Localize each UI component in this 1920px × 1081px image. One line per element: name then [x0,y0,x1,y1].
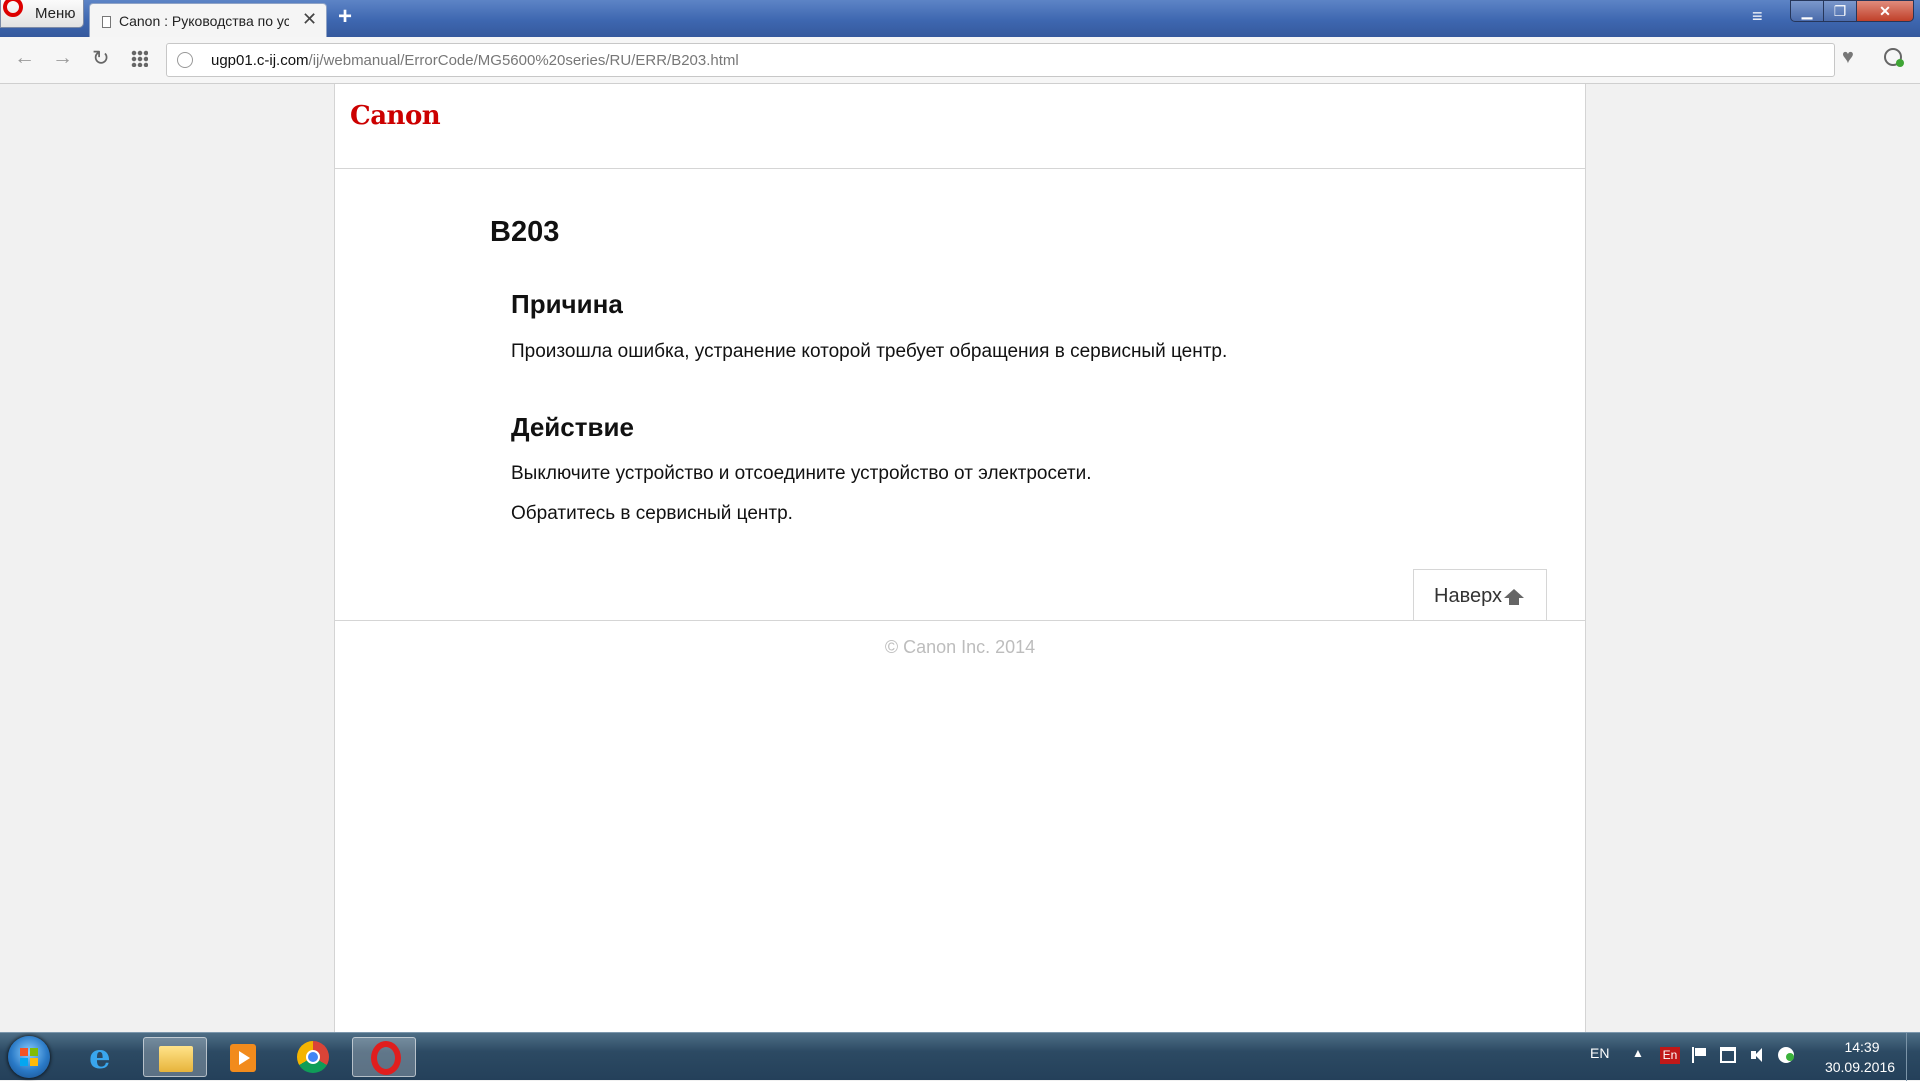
new-tab-button[interactable]: + [338,3,352,31]
show-desktop-button[interactable] [1906,1033,1920,1081]
start-button[interactable] [8,1036,50,1078]
speed-dial-grid-icon[interactable] [131,50,148,67]
browser-title-bar: Меню Canon : Руководства по ус ✕ + ≡ ▁ ❐… [0,0,1920,37]
address-url[interactable]: ugp01.c-ij.com/ij/webmanual/ErrorCode/MG… [211,52,739,69]
back-arrow-icon[interactable]: ← [14,46,35,70]
back-to-top-button[interactable]: Наверх [1413,569,1547,621]
windows-logo-icon [20,1048,38,1066]
address-host: ugp01.c-ij.com [211,52,309,69]
download-icon[interactable] [1884,48,1904,67]
media-player-icon[interactable] [210,1037,274,1077]
action-text-2: Обратитесь в сервисный центр. [511,503,793,524]
file-explorer-icon[interactable] [143,1037,207,1077]
sync-status-icon[interactable] [1778,1047,1794,1063]
tab-title: Canon : Руководства по ус [119,13,289,29]
tab-menu-icon[interactable]: ≡ [1752,6,1763,27]
reload-icon[interactable]: ↻ [92,46,110,71]
copyright-text: © Canon Inc. 2014 [884,637,1036,657]
opera-menu-button[interactable]: Меню [0,0,84,28]
cause-heading: Причина [511,289,623,319]
action-text-1: Выключите устройство и отсоедините устро… [511,463,1092,484]
language-indicator[interactable]: EN [1590,1045,1609,1061]
window-close-button[interactable]: ✕ [1856,0,1914,22]
browser-toolbar: ← → ↻ ugp01.c-ij.com/ij/webmanual/ErrorC… [0,37,1920,84]
forward-arrow-icon[interactable]: → [52,46,73,70]
page-header: Canon [335,84,1585,169]
tab-canon-manual[interactable]: Canon : Руководства по ус ✕ [89,3,327,37]
action-heading: Действие [511,412,634,442]
network-icon[interactable] [1720,1047,1736,1063]
page-icon [102,16,111,28]
show-hidden-icons-icon[interactable]: ▲ [1632,1046,1644,1060]
volume-icon[interactable] [1750,1047,1766,1063]
address-path: /ij/webmanual/ErrorCode/MG5600%20series/… [308,52,739,69]
window-restore-button[interactable]: ❐ [1823,0,1857,22]
action-center-flag-icon[interactable] [1692,1047,1708,1063]
error-code-title: B203 [490,216,560,248]
up-arrow-icon [1504,589,1524,605]
chrome-icon[interactable] [281,1037,345,1077]
opera-logo-icon [3,0,23,17]
web-page: Canon B203 Причина Произошла ошибка, уст… [334,84,1586,1032]
internet-explorer-icon[interactable]: e [72,1037,136,1077]
cause-text: Произошла ошибка, устранение которой тре… [511,341,1228,362]
bookmark-heart-icon[interactable]: ♥ [1842,46,1854,69]
address-bar[interactable]: ugp01.c-ij.com/ij/webmanual/ErrorCode/MG… [166,43,1835,77]
back-to-top-label: Наверх [1434,585,1502,607]
footer-divider [335,620,1585,621]
clock-time[interactable]: 14:39 [1822,1039,1902,1055]
opera-icon[interactable] [352,1037,416,1077]
tab-close-icon[interactable]: ✕ [302,9,317,30]
window-minimize-button[interactable]: ▁ [1790,0,1824,22]
clock-date[interactable]: 30.09.2016 [1810,1059,1910,1075]
site-info-icon[interactable] [177,52,193,68]
input-method-indicator[interactable]: En [1660,1047,1680,1064]
opera-menu-label: Меню [35,5,76,22]
windows-taskbar: e EN ▲ En 14:39 30.09.2016 [0,1032,1920,1081]
canon-logo[interactable]: Canon [350,101,441,131]
